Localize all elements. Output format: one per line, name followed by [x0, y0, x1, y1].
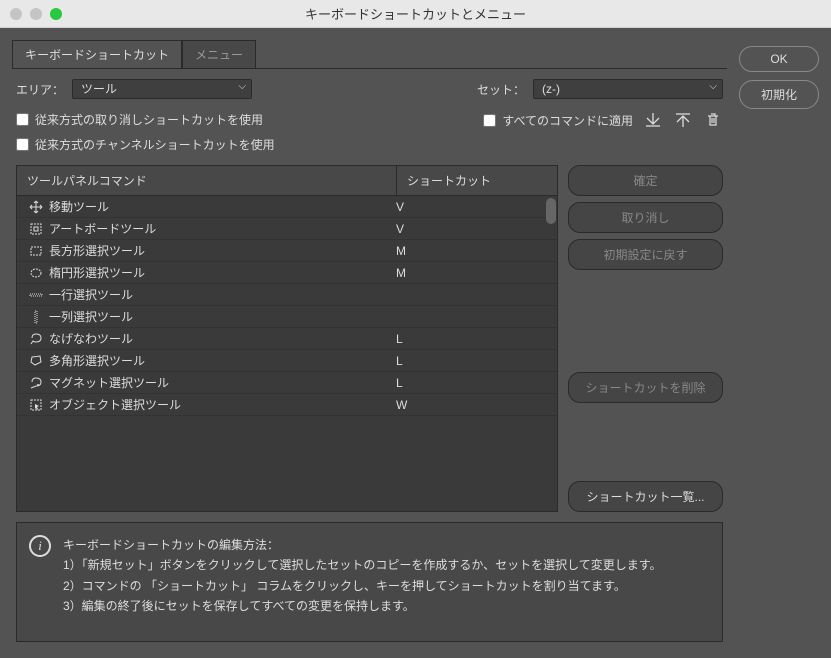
- row-marquee-icon: [27, 287, 45, 303]
- command-cell: 一行選択ツール: [23, 286, 396, 303]
- confirm-button[interactable]: 確定: [568, 165, 723, 196]
- close-window-button[interactable]: [10, 8, 22, 20]
- command-cell: 長方形選択ツール: [23, 242, 396, 259]
- ellipse-marquee-icon: [27, 265, 45, 281]
- minimize-window-button[interactable]: [30, 8, 42, 20]
- poly-lasso-icon: [27, 353, 45, 369]
- table-row[interactable]: 移動ツールV: [17, 196, 557, 218]
- table-body: 移動ツールVアートボードツールV長方形選択ツールM楕円形選択ツールM一行選択ツー…: [17, 196, 557, 511]
- table-row[interactable]: 一行選択ツール: [17, 284, 557, 306]
- shortcut-cell[interactable]: M: [396, 244, 551, 258]
- new-set-icon[interactable]: [673, 111, 693, 129]
- table-row[interactable]: 楕円形選択ツールM: [17, 262, 557, 284]
- reset-default-button[interactable]: 初期設定に戻す: [568, 239, 723, 270]
- tab-bar: キーボードショートカット メニュー: [12, 40, 727, 69]
- command-cell: オブジェクト選択ツール: [23, 396, 396, 413]
- info-heading: キーボードショートカットの編集方法：: [63, 535, 662, 555]
- table-row[interactable]: マグネット選択ツールL: [17, 372, 557, 394]
- artboard-icon: [27, 221, 45, 237]
- delete-set-icon[interactable]: [703, 111, 723, 129]
- column-header-shortcut[interactable]: ショートカット: [397, 166, 557, 195]
- shortcut-cell[interactable]: M: [396, 266, 551, 280]
- col-marquee-icon: [27, 309, 45, 325]
- tab-keyboard-shortcuts[interactable]: キーボードショートカット: [12, 40, 182, 68]
- command-cell: 移動ツール: [23, 198, 396, 215]
- legacy-undo-checkbox[interactable]: 従来方式の取り消しショートカットを使用: [16, 111, 275, 128]
- column-header-command[interactable]: ツールパネルコマンド: [17, 166, 397, 195]
- info-line-3: 3）編集の終了後にセットを保存してすべての変更を保持します。: [63, 596, 662, 616]
- save-set-icon[interactable]: [643, 111, 663, 129]
- command-cell: アートボードツール: [23, 220, 396, 237]
- info-icon: i: [29, 535, 51, 557]
- info-panel: i キーボードショートカットの編集方法： 1）「新規セット」ボタンをクリックして…: [16, 522, 723, 642]
- apply-all-checkbox[interactable]: すべてのコマンドに適用: [483, 112, 633, 129]
- set-label: セット：: [477, 81, 525, 98]
- legacy-channel-checkbox[interactable]: 従来方式のチャンネルショートカットを使用: [16, 136, 275, 153]
- shortcut-cell[interactable]: W: [396, 398, 551, 412]
- info-line-1: 1）「新規セット」ボタンをクリックして選択したセットのコピーを作成するか、セット…: [63, 555, 662, 575]
- shortcuts-table: ツールパネルコマンド ショートカット 移動ツールVアートボードツールV長方形選択…: [16, 165, 558, 512]
- command-cell: マグネット選択ツール: [23, 374, 396, 391]
- table-row[interactable]: なげなわツールL: [17, 328, 557, 350]
- ok-button[interactable]: OK: [739, 46, 819, 72]
- table-row[interactable]: オブジェクト選択ツールW: [17, 394, 557, 416]
- delete-shortcut-button[interactable]: ショートカットを削除: [568, 372, 723, 403]
- undo-button[interactable]: 取り消し: [568, 202, 723, 233]
- table-row[interactable]: 多角形選択ツールL: [17, 350, 557, 372]
- maximize-window-button[interactable]: [50, 8, 62, 20]
- info-line-2: 2）コマンドの 「ショートカット」 コラムをクリックし、キーを押してショートカッ…: [63, 576, 662, 596]
- shortcut-cell[interactable]: V: [396, 200, 551, 214]
- table-row[interactable]: アートボードツールV: [17, 218, 557, 240]
- shortcut-cell[interactable]: L: [396, 354, 551, 368]
- rect-marquee-icon: [27, 243, 45, 259]
- area-label: エリア：: [16, 81, 64, 98]
- command-cell: なげなわツール: [23, 330, 396, 347]
- table-row[interactable]: 一列選択ツール: [17, 306, 557, 328]
- shortcut-list-button[interactable]: ショートカット一覧...: [568, 481, 723, 512]
- shortcut-cell[interactable]: L: [396, 332, 551, 346]
- magnetic-lasso-icon: [27, 375, 45, 391]
- titlebar: キーボードショートカットとメニュー: [0, 0, 831, 28]
- lasso-icon: [27, 331, 45, 347]
- command-cell: 楕円形選択ツール: [23, 264, 396, 281]
- shortcut-cell[interactable]: V: [396, 222, 551, 236]
- set-select[interactable]: (z-): [533, 79, 723, 99]
- shortcut-cell[interactable]: L: [396, 376, 551, 390]
- window-title: キーボードショートカットとメニュー: [0, 4, 831, 23]
- scrollbar-thumb[interactable]: [546, 198, 556, 224]
- reset-button[interactable]: 初期化: [739, 80, 819, 109]
- tab-menus[interactable]: メニュー: [182, 40, 256, 68]
- move-icon: [27, 199, 45, 215]
- command-cell: 一列選択ツール: [23, 308, 396, 325]
- command-cell: 多角形選択ツール: [23, 352, 396, 369]
- object-select-icon: [27, 397, 45, 413]
- area-select[interactable]: ツール: [72, 79, 252, 99]
- table-row[interactable]: 長方形選択ツールM: [17, 240, 557, 262]
